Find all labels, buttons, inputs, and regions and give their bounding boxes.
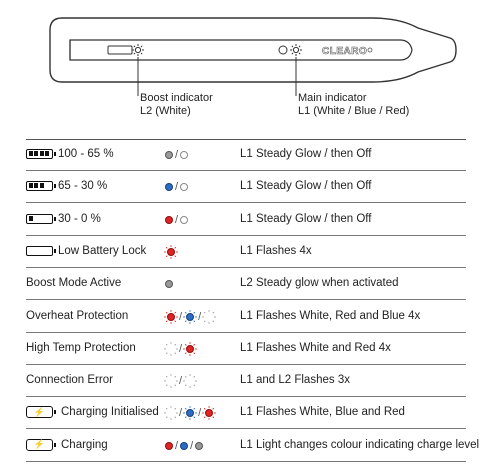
- battery-medium-icon: [26, 181, 56, 192]
- main-indicator-callout: Main indicator L1 (White / Blue / Red): [298, 92, 409, 118]
- indicator-separator: /: [179, 375, 183, 388]
- description-cell: L1 and L2 Flashes 3x: [240, 374, 350, 387]
- main-indicator-label: Main indicator: [298, 92, 367, 104]
- indicator-separator: /: [175, 439, 179, 452]
- condition-label: Low Battery Lock: [58, 244, 147, 257]
- off-led-icon: [180, 151, 189, 159]
- description-cell: L1 Steady Glow / then Off: [240, 212, 372, 225]
- grey-led-icon: [165, 280, 173, 289]
- grey-led-icon: [195, 441, 204, 450]
- charging-icon: ⚡: [26, 406, 56, 419]
- indicator-separator: /: [179, 342, 183, 355]
- battery-low-icon: [26, 213, 56, 224]
- grey-led-icon: [165, 151, 173, 159]
- boost-indicator-label: Boost indicator: [140, 92, 213, 104]
- condition-label: 100 - 65 %: [58, 148, 114, 160]
- table-row: 100 - 65 % / L1 Steady Glow / then Off: [26, 139, 498, 171]
- red-flashing-led-icon: [164, 245, 178, 259]
- table-row: Connection Error / L1 and L2 Flashes 3x: [26, 365, 498, 398]
- condition-cell: 65 - 30 %: [26, 180, 107, 192]
- red-flashing-led-icon: [202, 406, 216, 421]
- indicator-cell: /: [164, 146, 189, 164]
- condition-cell: Low Battery Lock: [26, 245, 146, 257]
- white-flashing-led-icon: [183, 374, 197, 388]
- red-flashing-led-icon: [183, 341, 197, 356]
- indicator-cell: /: [164, 340, 197, 358]
- condition-cell: High Temp Protection: [26, 342, 136, 354]
- description-cell: L1 Flashes White and Red 4x: [240, 341, 391, 354]
- device-illustration: CLEARO: [49, 17, 457, 96]
- white-flashing-led-icon: [164, 406, 178, 421]
- description-cell: L1 Flashes White, Red and Blue 4x: [240, 309, 421, 322]
- table-row: Overheat Protection / / L1 Flashes White, R…: [26, 301, 498, 333]
- main-indicator-detail: L1 (White / Blue / Red): [298, 105, 410, 117]
- white-flashing-led-icon: [164, 341, 178, 356]
- blue-led-icon: [165, 183, 173, 192]
- table-row: ⚡ Charging Initialised / / L1 Flashes White,…: [26, 397, 498, 430]
- condition-label: Charging Initialised: [61, 406, 159, 419]
- condition-label: Boost Mode Active: [26, 277, 122, 290]
- indicator-cell: / /: [164, 437, 204, 455]
- indicator-cell: / /: [164, 308, 216, 326]
- table-row: High Temp Protection / L1 Flashes White an…: [26, 333, 498, 365]
- white-flashing-led-icon: [202, 309, 216, 324]
- condition-label: Charging: [61, 438, 108, 451]
- battery-full-icon: [26, 149, 56, 159]
- red-flashing-led-icon: [164, 309, 178, 324]
- condition-cell: ⚡ Charging: [26, 438, 108, 451]
- indicator-cell: / /: [164, 404, 216, 422]
- indicator-separator: /: [175, 213, 179, 226]
- charging-icon: ⚡: [26, 438, 56, 451]
- condition-label: Overheat Protection: [26, 309, 129, 322]
- table-row: Boost Mode Active L2 Steady glow when act…: [26, 268, 498, 301]
- condition-cell: Boost Mode Active: [26, 277, 121, 289]
- off-led-icon: [180, 183, 189, 192]
- description-cell: L2 Steady glow when activated: [240, 277, 399, 290]
- indicator-separator: /: [175, 181, 179, 194]
- table-row: ⚡ Charging / / L1 Light changes colour indic…: [26, 430, 498, 462]
- description-cell: L1 Flashes White, Blue and Red: [240, 406, 405, 419]
- condition-cell: 100 - 65 %: [26, 148, 114, 160]
- boost-indicator-callout: Boost indicator L2 (White): [140, 92, 213, 118]
- row-divider: [26, 460, 466, 462]
- blue-led-icon: [180, 441, 189, 450]
- indicator-separator: /: [179, 407, 183, 420]
- condition-cell: Overheat Protection: [26, 310, 128, 322]
- condition-label: 65 - 30 %: [58, 180, 108, 193]
- table-row: Low Battery Lock L1 Flashes 4x: [26, 236, 498, 268]
- indicator-separator: /: [175, 149, 179, 161]
- red-led-icon: [165, 215, 173, 224]
- indicator-cell: /: [164, 211, 189, 229]
- indicator-cell: /: [164, 372, 197, 390]
- condition-label: 30 - 0 %: [58, 212, 101, 225]
- battery-empty-icon: [26, 245, 56, 256]
- condition-cell: ⚡ Charging Initialised: [26, 406, 159, 419]
- indicator-cell: [164, 243, 178, 261]
- brand-logo: CLEARO: [322, 46, 367, 57]
- table-row: 30 - 0 % / L1 Steady Glow / then Off: [26, 204, 498, 236]
- condition-cell: Connection Error: [26, 374, 113, 386]
- table-row: 65 - 30 % / L1 Steady Glow / then Off: [26, 171, 498, 204]
- off-led-icon: [180, 215, 189, 224]
- indicator-cell: [164, 275, 174, 293]
- indicator-separator: /: [179, 310, 183, 323]
- description-cell: L1 Steady Glow / then Off: [240, 180, 372, 193]
- indicator-separator: /: [198, 310, 202, 323]
- indicator-cell: /: [164, 178, 189, 196]
- indicator-separator: /: [198, 407, 202, 420]
- condition-cell: 30 - 0 %: [26, 213, 101, 225]
- condition-label: High Temp Protection: [26, 341, 136, 354]
- indicator-separator: /: [190, 439, 194, 452]
- boost-indicator-detail: L2 (White): [140, 105, 191, 117]
- red-led-icon: [165, 441, 173, 450]
- blue-flashing-led-icon: [183, 406, 197, 421]
- description-cell: L1 Light changes colour indicating charg…: [240, 438, 480, 451]
- description-cell: L1 Steady Glow / then Off: [240, 148, 372, 160]
- white-flashing-led-icon: [164, 374, 178, 388]
- condition-label: Connection Error: [26, 374, 113, 387]
- description-cell: L1 Flashes 4x: [240, 244, 312, 257]
- blue-flashing-led-icon: [183, 309, 197, 324]
